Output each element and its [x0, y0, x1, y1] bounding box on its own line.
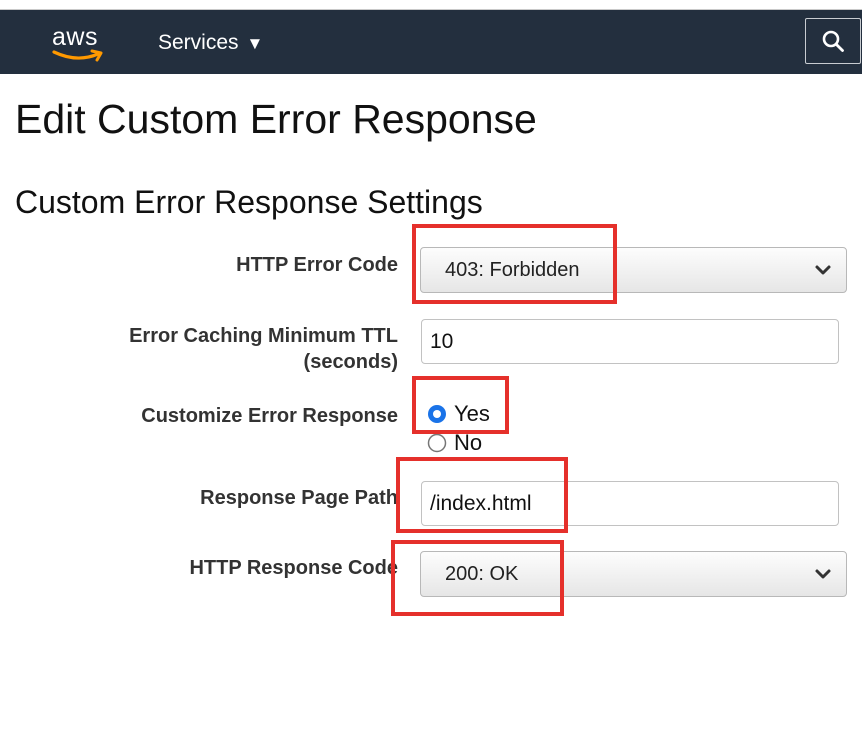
- error-caching-ttl-label-line2: (seconds): [303, 351, 398, 373]
- response-page-path-label: Response Page Path: [200, 487, 398, 509]
- aws-logo-text: aws: [52, 23, 98, 51]
- search-button[interactable]: [805, 18, 861, 64]
- http-response-code-value: 200: OK: [445, 562, 519, 585]
- radio-option-yes[interactable]: Yes: [427, 401, 490, 427]
- http-error-code-select[interactable]: 403: Forbidden: [420, 247, 847, 293]
- radio-yes-label: Yes: [454, 401, 490, 426]
- section-title: Custom Error Response Settings: [15, 184, 483, 220]
- http-error-code-value: 403: Forbidden: [445, 258, 580, 281]
- aws-navbar: aws Services ▼: [0, 10, 862, 74]
- radio-option-no[interactable]: No: [427, 430, 482, 456]
- http-error-code-label: HTTP Error Code: [236, 254, 398, 276]
- chevron-down-icon: [815, 265, 831, 275]
- radio-unchecked-icon: [427, 433, 447, 453]
- response-page-path-input[interactable]: [421, 481, 839, 526]
- caret-down-icon: ▼: [246, 33, 264, 53]
- http-response-code-select[interactable]: 200: OK: [420, 551, 847, 597]
- radio-no-label: No: [454, 430, 483, 455]
- chevron-down-icon: [815, 569, 831, 579]
- error-caching-ttl-label: Error Caching Minimum TTL (seconds): [129, 323, 398, 375]
- window-top-edge: [0, 0, 862, 10]
- http-response-code-label: HTTP Response Code: [189, 557, 398, 579]
- error-caching-ttl-input[interactable]: [421, 319, 839, 364]
- services-label: Services: [158, 31, 239, 54]
- aws-smile-icon: [52, 49, 103, 62]
- services-menu[interactable]: Services ▼: [158, 30, 263, 56]
- page-title: Edit Custom Error Response: [15, 96, 537, 142]
- radio-checked-icon: [428, 405, 446, 423]
- customize-error-response-label: Customize Error Response: [141, 405, 398, 427]
- search-icon: [822, 30, 844, 52]
- error-caching-ttl-label-line1: Error Caching Minimum TTL: [129, 325, 398, 347]
- aws-logo[interactable]: aws: [52, 23, 106, 63]
